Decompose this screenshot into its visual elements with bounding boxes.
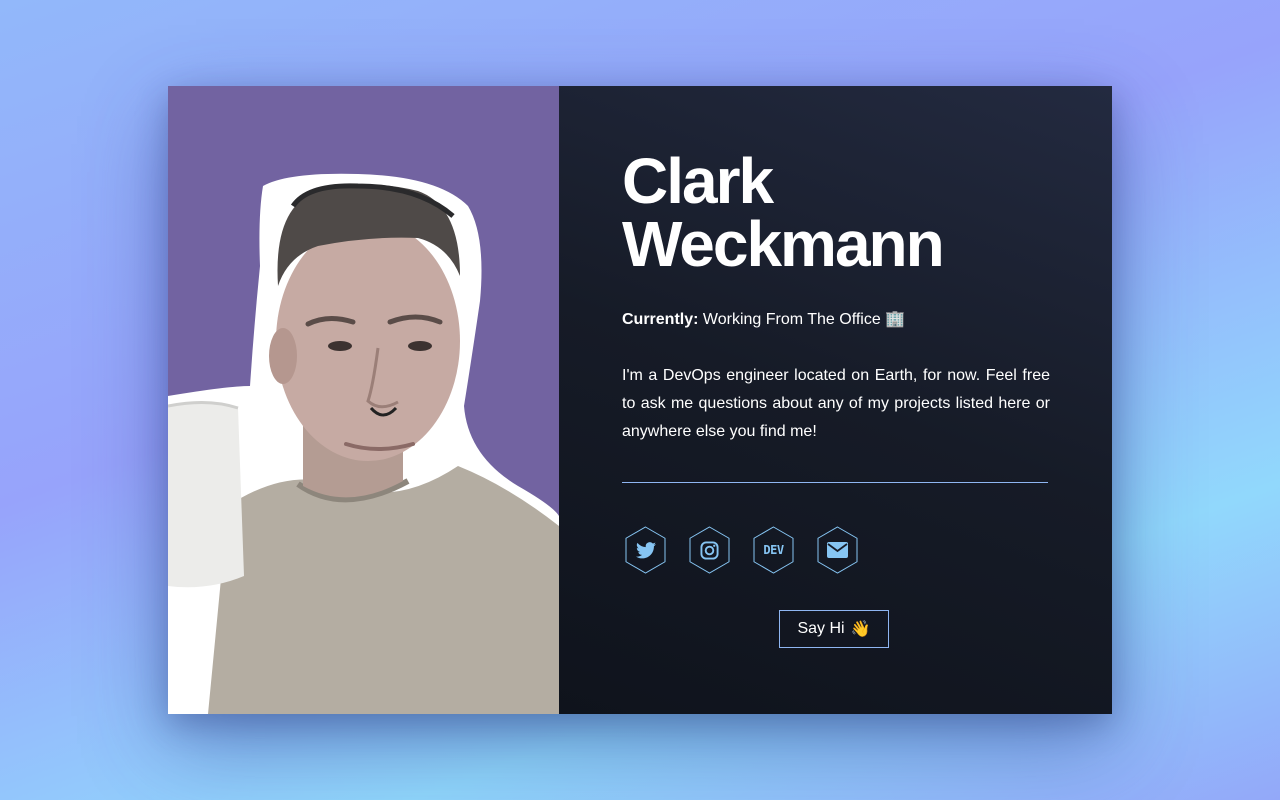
say-hi-button[interactable]: Say Hi 👋 xyxy=(779,610,889,648)
dev-label: DEV xyxy=(763,543,784,557)
dev-icon: DEV xyxy=(753,526,794,574)
twitter-icon xyxy=(625,526,666,574)
profile-info: Clark Weckmann Currently: Working From Th… xyxy=(559,86,1112,714)
say-hi-label: Say Hi xyxy=(797,620,845,637)
divider xyxy=(622,482,1048,483)
twitter-link[interactable] xyxy=(625,526,666,574)
mail-icon xyxy=(817,526,858,574)
dev-link[interactable]: DEV xyxy=(753,526,794,574)
profile-card: Clark Weckmann Currently: Working From Th… xyxy=(168,86,1112,714)
current-status: Currently: Working From The Office 🏢 xyxy=(622,309,905,329)
name-last: Weckmann xyxy=(622,208,945,280)
bio-text: I'm a DevOps engineer located on Earth, … xyxy=(622,367,1050,440)
profile-photo xyxy=(168,86,559,714)
email-link[interactable] xyxy=(817,526,858,574)
name-first: Clark xyxy=(622,145,774,217)
wave-icon: 👋 xyxy=(850,621,871,638)
status-text: Working From The Office 🏢 xyxy=(702,311,906,328)
portrait-illustration xyxy=(168,173,559,714)
status-label: Currently: xyxy=(622,311,699,328)
instagram-icon xyxy=(689,526,730,574)
social-links: DEV xyxy=(625,526,858,574)
instagram-link[interactable] xyxy=(689,526,730,574)
profile-name: Clark Weckmann xyxy=(622,149,1042,276)
